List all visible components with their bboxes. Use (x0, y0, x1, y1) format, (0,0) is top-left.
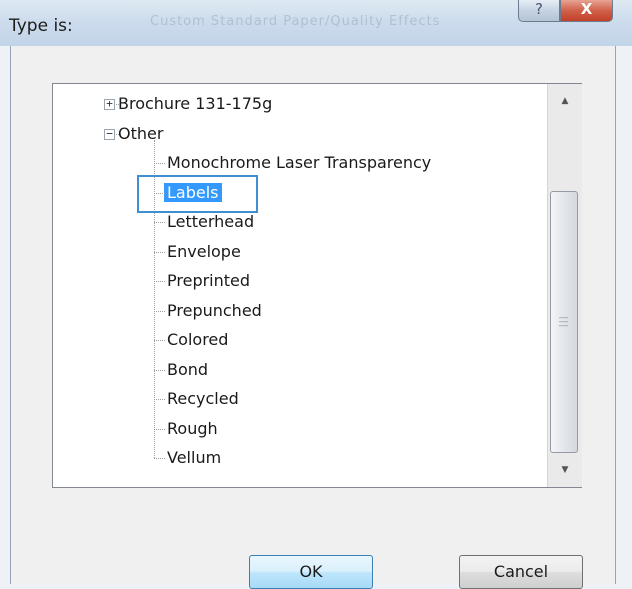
help-icon: ? (535, 0, 543, 18)
tree-connector (116, 133, 119, 135)
tree-item-label: Preprinted (167, 271, 251, 290)
tree-connector (154, 281, 165, 282)
arrow-up-icon: ▲ (561, 96, 569, 106)
tree-item-label: Other (118, 123, 164, 143)
tree-item-label: Vellum (167, 448, 222, 467)
tree-item[interactable]: Preprinted (164, 269, 253, 293)
title-bar-background-text: Custom Standard Paper/Quality Effects (150, 14, 441, 29)
dialog-title: Type is: (9, 16, 73, 36)
tree-connector (154, 192, 165, 194)
tree-item-label: Brochure 131-175g (118, 94, 273, 113)
tree-connector (154, 428, 165, 430)
tree-connector (154, 163, 165, 164)
tree-item-label: Envelope (167, 241, 241, 261)
tree-connector (154, 369, 165, 371)
tree-connector (154, 340, 165, 341)
tree-connector (116, 104, 119, 105)
vertical-scrollbar[interactable]: ▲ ― ― ― ▼ (547, 84, 582, 487)
arrow-down-icon: ▼ (561, 465, 569, 475)
tree-item-label: Prepunched (167, 300, 262, 320)
media-type-tree[interactable]: Brochure 131-175g + Other − Monochrome Laser… (52, 83, 582, 488)
tree-item[interactable]: Recycled (164, 387, 242, 411)
tree-item-label: Colored (167, 330, 229, 349)
tree-item-label: Labels (164, 182, 222, 202)
close-icon: X (580, 0, 593, 18)
grip-icon: ― ― ― (559, 313, 568, 331)
help-button[interactable]: ? (518, 0, 560, 22)
tree-item-label: Recycled (167, 389, 239, 408)
tree-connector (154, 139, 155, 458)
tree-item[interactable]: Monochrome Laser Transparency (164, 151, 434, 175)
tree-connector (154, 251, 165, 253)
tree-item[interactable]: Rough (164, 417, 221, 441)
tree-connector (154, 310, 165, 312)
tree-item[interactable]: Bond (164, 358, 211, 382)
close-button[interactable]: X (560, 0, 613, 22)
scroll-up-button[interactable]: ▲ (548, 86, 582, 116)
tree-item-label: Bond (167, 359, 209, 379)
tree-item[interactable]: Labels (164, 181, 222, 205)
collapse-icon[interactable]: − (104, 128, 115, 140)
tree-item[interactable]: Prepunched (164, 299, 265, 323)
tree-connector (154, 222, 165, 223)
tree-item[interactable]: Vellum (164, 446, 224, 470)
tree-item-label: Letterhead (167, 212, 255, 231)
tree-item[interactable]: Envelope (164, 240, 244, 264)
tree-item[interactable]: Colored (164, 328, 231, 352)
tree-connector (154, 399, 165, 400)
tree-item[interactable]: Brochure 131-175g (115, 92, 275, 116)
tree-item-label: Monochrome Laser Transparency (167, 153, 432, 172)
title-bar[interactable]: Custom Standard Paper/Quality Effects Ty… (0, 0, 632, 46)
tree-item[interactable]: Letterhead (164, 210, 257, 234)
tree-item[interactable]: Other (115, 122, 166, 146)
scroll-thumb[interactable]: ― ― ― (550, 191, 578, 453)
expand-icon[interactable]: + (104, 98, 115, 110)
tree-connector (154, 458, 165, 459)
scroll-down-button[interactable]: ▼ (548, 455, 582, 485)
tree-item-label: Rough (167, 418, 218, 438)
